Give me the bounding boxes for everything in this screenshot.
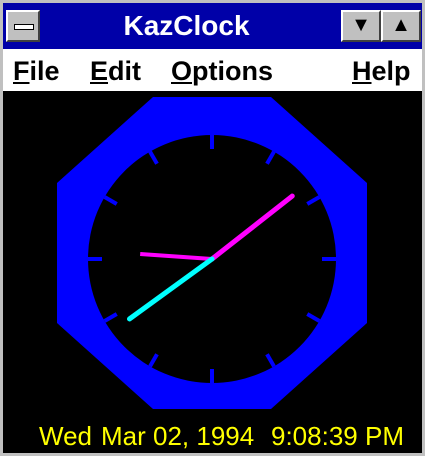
system-menu-icon: [14, 24, 34, 30]
clock-area: [3, 93, 422, 413]
menu-edit[interactable]: Edit: [90, 49, 141, 91]
minimize-button[interactable]: ▼: [341, 10, 381, 42]
system-menu-button[interactable]: [6, 10, 40, 42]
menu-file[interactable]: File: [13, 49, 60, 91]
menu-bar: File Edit Options Help: [3, 49, 422, 93]
maximize-arrow-icon: ▲: [391, 14, 411, 36]
status-day: Wed: [39, 421, 92, 451]
kazclock-window: KazClock ▼ ▲ File Edit Options Help Wed …: [0, 0, 425, 456]
status-date: Mar 02, 1994: [101, 421, 255, 451]
menu-help[interactable]: Help: [352, 49, 411, 91]
status-bar: Wed Mar 02, 1994 9:08:39 PM: [3, 415, 422, 453]
status-time: 9:08:39 PM: [271, 421, 404, 451]
title-bar[interactable]: KazClock ▼ ▲: [3, 3, 422, 49]
maximize-button[interactable]: ▲: [381, 10, 421, 42]
analog-clock: [57, 97, 367, 409]
menu-options[interactable]: Options: [171, 49, 273, 91]
minimize-arrow-icon: ▼: [351, 14, 371, 36]
window-title: KazClock: [123, 10, 250, 41]
